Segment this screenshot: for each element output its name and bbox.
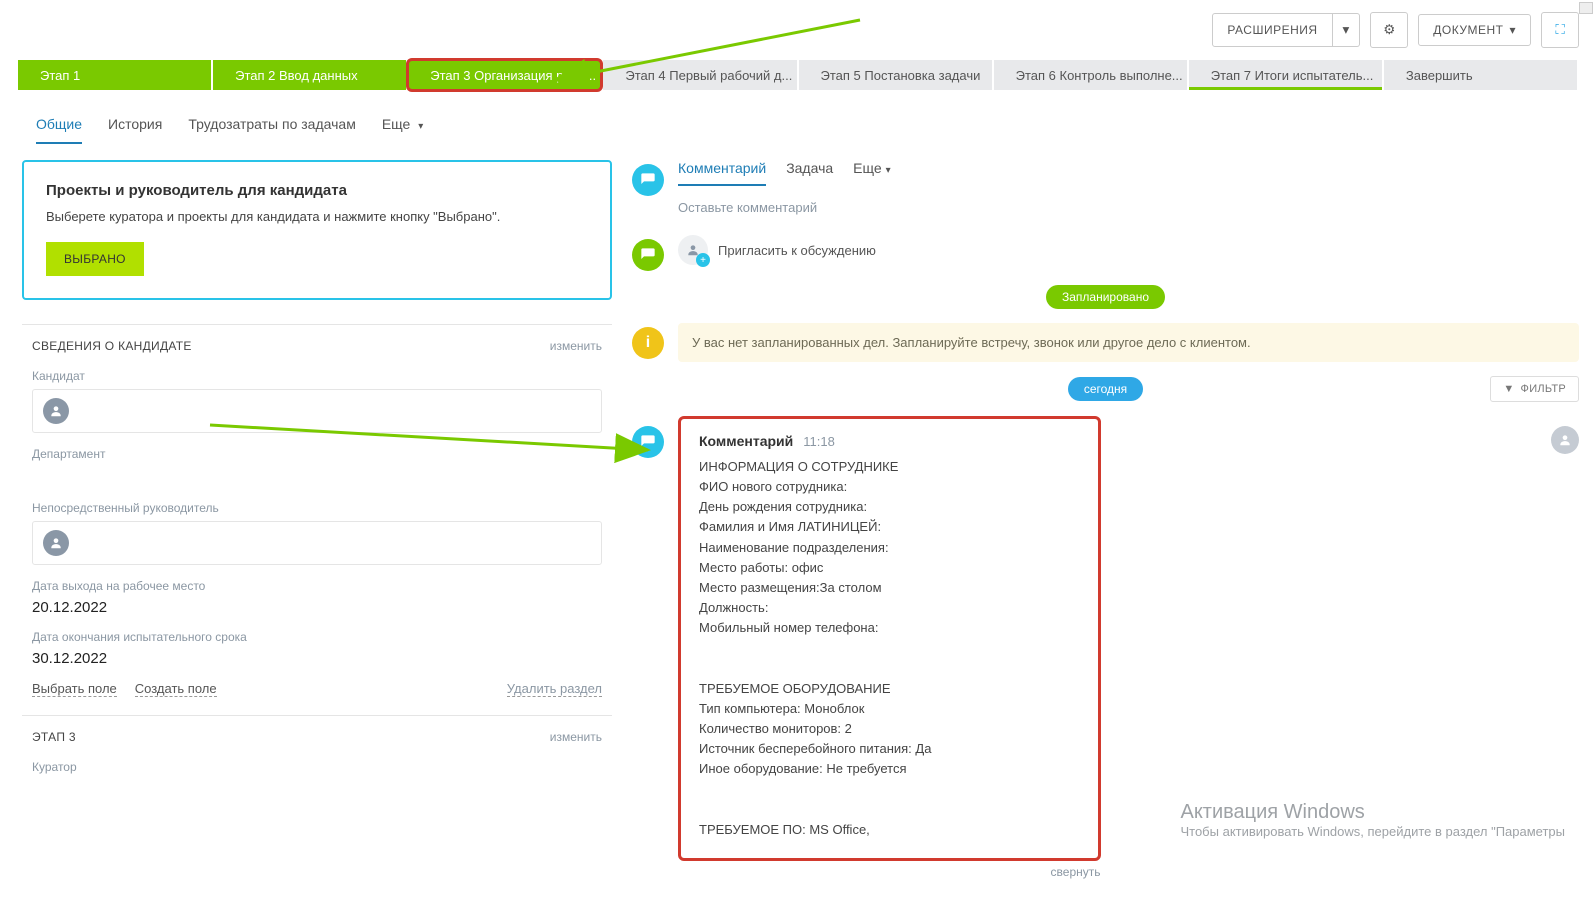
person-icon — [43, 398, 69, 424]
tab-more-label: Еще — [382, 116, 411, 132]
comment-card: Комментарий 11:18 ИНФОРМАЦИЯ О СОТРУДНИК… — [678, 416, 1101, 861]
document-label: ДОКУМЕНТ — [1433, 23, 1503, 37]
settings-button[interactable]: ⚙ — [1370, 12, 1408, 48]
comment-card-title: Комментарий — [699, 433, 793, 449]
select-field-link[interactable]: Выбрать поле — [32, 681, 117, 697]
comment-author-avatar[interactable] — [1551, 426, 1579, 454]
filter-label: ФИЛЬТР — [1521, 383, 1566, 395]
candidate-label: Кандидат — [32, 369, 602, 383]
today-row: сегодня ▼ ФИЛЬТР — [632, 376, 1579, 402]
fullscreen-button[interactable]: ⛶ — [1541, 12, 1579, 48]
logo-placeholder — [16, 15, 241, 45]
planned-pill-row: Запланировано — [632, 285, 1579, 309]
curator-label: Куратор — [32, 760, 602, 774]
window-scroll-up[interactable] — [1579, 2, 1593, 14]
action-title: Проекты и руководитель для кандидата — [46, 182, 588, 199]
stage-2[interactable]: Этап 2 Ввод данных — [213, 60, 406, 90]
invite-row: + Пригласить к обсуждению — [632, 235, 1579, 271]
comment-card-time: 11:18 — [803, 434, 835, 449]
invite-text[interactable]: Пригласить к обсуждению — [718, 243, 876, 258]
stage-finish[interactable]: Завершить — [1384, 60, 1577, 90]
action-box: Проекты и руководитель для кандидата Выб… — [22, 160, 612, 300]
department-label: Департамент — [32, 447, 602, 461]
stage-7[interactable]: Этап 7 Итоги испытатель... — [1189, 60, 1382, 90]
comment-card-body: ИНФОРМАЦИЯ О СОТРУДНИКЕ ФИО нового сотру… — [699, 457, 1080, 840]
funnel-icon: ▼ — [1503, 383, 1514, 395]
stage-bar: Этап 1 Этап 2 Ввод данных Этап 3 Организ… — [0, 60, 1595, 90]
candidate-section: СВЕДЕНИЯ О КАНДИДАТЕ изменить Кандидат Д… — [22, 324, 612, 715]
gear-icon: ⚙ — [1383, 22, 1395, 38]
right-tab-more[interactable]: Еще ▾ — [853, 160, 890, 186]
main-content: Проекты и руководитель для кандидата Выб… — [0, 144, 1595, 879]
candidate-field[interactable] — [32, 389, 602, 433]
compose-icon[interactable] — [632, 164, 664, 196]
plus-icon: + — [696, 253, 710, 267]
right-tabs: Комментарий Задача Еще ▾ — [678, 160, 1579, 186]
stage-5[interactable]: Этап 5 Постановка задачи — [799, 60, 992, 90]
info-icon: i — [632, 327, 664, 359]
stage-4[interactable]: Этап 4 Первый рабочий д... — [603, 60, 796, 90]
comment-input[interactable]: Оставьте комментарий — [678, 194, 1579, 221]
comment-entry: Комментарий 11:18 ИНФОРМАЦИЯ О СОТРУДНИК… — [678, 416, 1579, 879]
stage-3[interactable]: Этап 3 Организация рабо... — [408, 60, 601, 90]
extensions-dropdown[interactable]: ▾ — [1333, 13, 1361, 47]
main-tabs: Общие История Трудозатраты по задачам Ещ… — [0, 98, 1595, 144]
chevron-down-icon: ▾ — [418, 121, 423, 132]
chevron-down-icon: ▾ — [1509, 23, 1516, 37]
manager-field[interactable] — [32, 521, 602, 565]
top-toolbar: РАСШИРЕНИЯ ▾ ⚙ ДОКУМЕНТ ▾ ⛶ — [0, 0, 1595, 60]
right-tab-task[interactable]: Задача — [786, 160, 833, 186]
discussion-icon[interactable] — [632, 239, 664, 271]
tab-history[interactable]: История — [108, 108, 162, 144]
stage3-section: ЭТАП 3 изменить Куратор — [22, 715, 612, 798]
collapse-link[interactable]: свернуть — [678, 865, 1101, 879]
create-field-link[interactable]: Создать поле — [135, 681, 217, 697]
filter-button[interactable]: ▼ ФИЛЬТР — [1490, 376, 1579, 402]
delete-section-link[interactable]: Удалить раздел — [507, 681, 602, 697]
section-title-candidate: СВЕДЕНИЯ О КАНДИДАТЕ — [32, 339, 192, 353]
warning-row: i У вас нет запланированных дел. Заплани… — [632, 323, 1579, 362]
end-date-label: Дата окончания испытательного срока — [32, 630, 602, 644]
start-date-value: 20.12.2022 — [32, 599, 602, 616]
person-icon — [43, 530, 69, 556]
right-tab-more-label: Еще — [853, 160, 882, 176]
document-button[interactable]: ДОКУМЕНТ ▾ — [1418, 14, 1531, 46]
stage-6[interactable]: Этап 6 Контроль выполне... — [994, 60, 1187, 90]
selected-button[interactable]: ВЫБРАНО — [46, 242, 144, 276]
department-value — [32, 467, 602, 487]
right-column: Комментарий Задача Еще ▾ Оставьте коммен… — [632, 160, 1579, 879]
end-date-value: 30.12.2022 — [32, 650, 602, 667]
left-column: Проекты и руководитель для кандидата Выб… — [22, 160, 612, 798]
manager-label: Непосредственный руководитель — [32, 501, 602, 515]
warning-box: У вас нет запланированных дел. Запланиру… — [678, 323, 1579, 362]
planned-pill: Запланировано — [1046, 285, 1165, 309]
tab-more[interactable]: Еще ▾ — [382, 108, 423, 144]
start-date-label: Дата выхода на рабочее место — [32, 579, 602, 593]
stage-1[interactable]: Этап 1 — [18, 60, 211, 90]
edit-stage3-section[interactable]: изменить — [550, 730, 602, 744]
edit-candidate-section[interactable]: изменить — [550, 339, 602, 353]
comment-compose-row: Комментарий Задача Еще ▾ Оставьте коммен… — [632, 160, 1579, 221]
right-tab-comment[interactable]: Комментарий — [678, 160, 766, 186]
expand-icon: ⛶ — [1555, 22, 1564, 38]
chevron-down-icon: ▾ — [886, 165, 891, 176]
section-title-stage3: ЭТАП 3 — [32, 730, 76, 744]
tab-effort[interactable]: Трудозатраты по задачам — [188, 108, 355, 144]
comment-entry-icon — [632, 426, 664, 458]
action-text: Выберете куратора и проекты для кандидат… — [46, 209, 588, 224]
today-pill: сегодня — [1068, 377, 1143, 401]
tab-general[interactable]: Общие — [36, 108, 82, 144]
invite-user-chip[interactable]: + — [678, 235, 708, 265]
extensions-button[interactable]: РАСШИРЕНИЯ — [1212, 13, 1332, 47]
